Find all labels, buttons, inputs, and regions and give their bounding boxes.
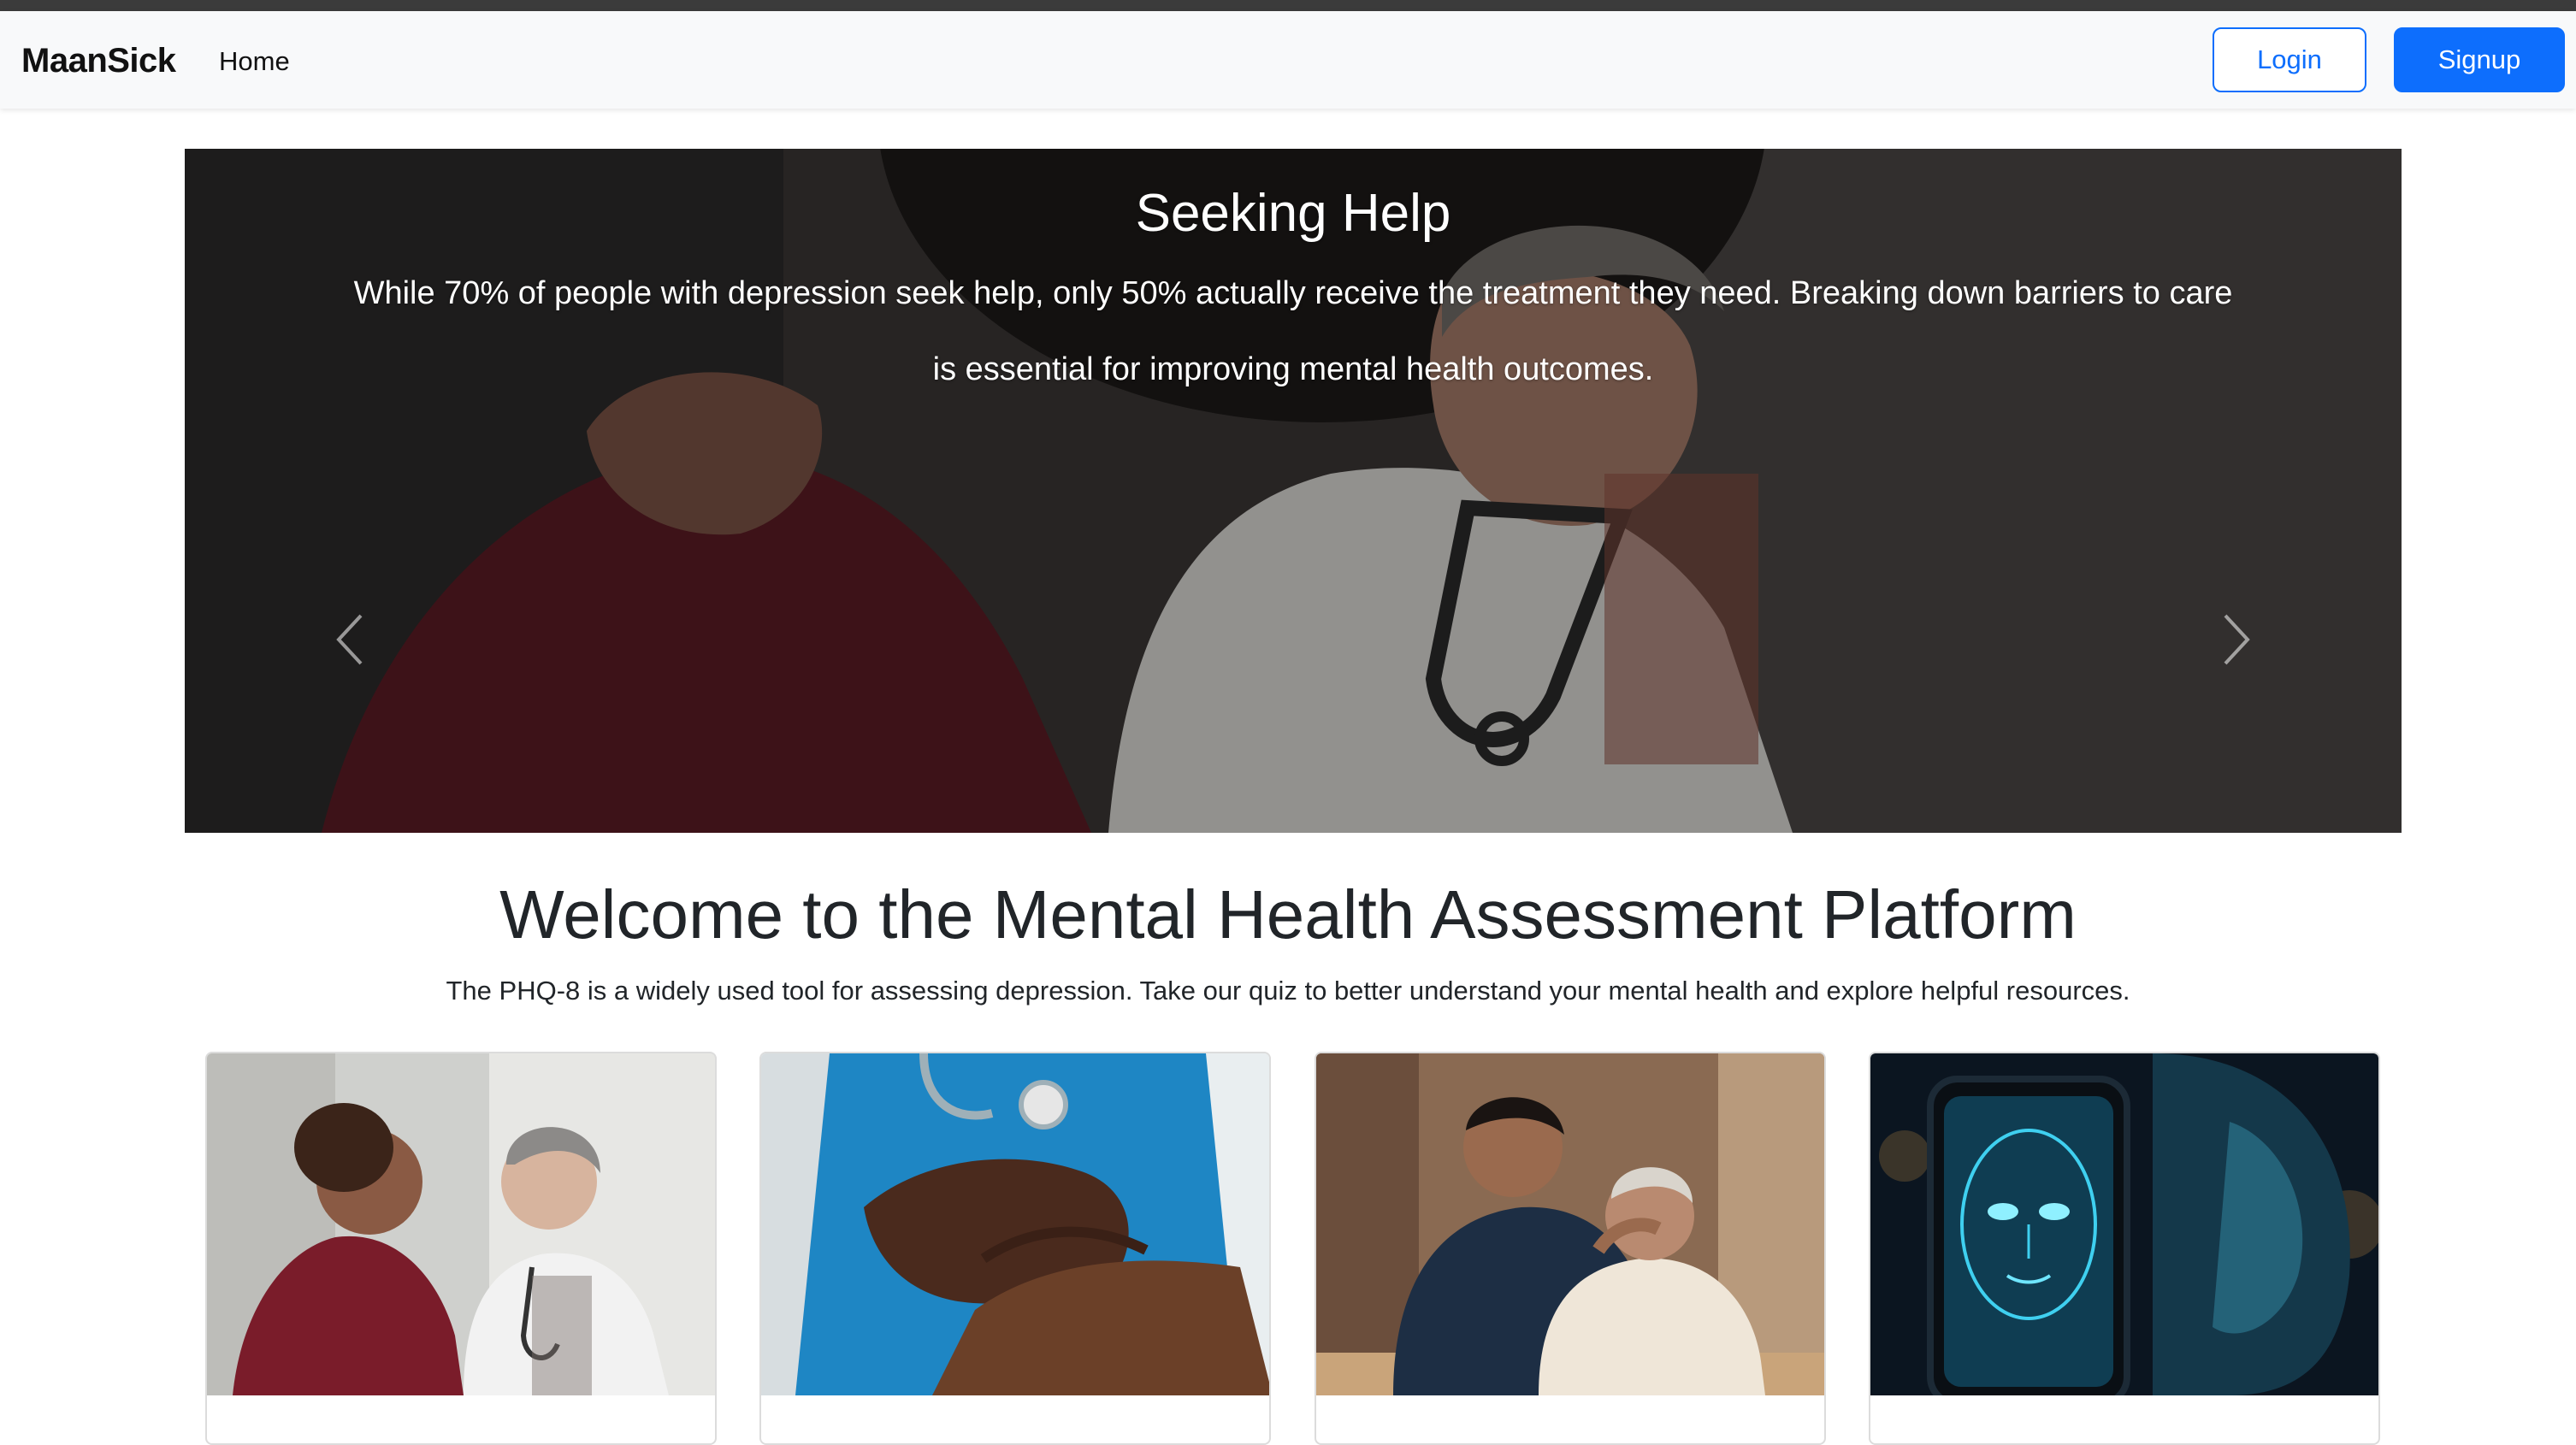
carousel-next-button[interactable] [2201, 597, 2270, 682]
info-card[interactable] [1869, 1052, 2380, 1445]
carousel-text: While 70% of people with depression seek… [353, 275, 2233, 387]
chevron-left-icon [336, 614, 363, 665]
nav-link-home[interactable]: Home [219, 43, 290, 80]
hero-carousel: Seeking Help While 70% of people with de… [185, 149, 2402, 833]
hero-overlay [185, 149, 2402, 833]
card-image-holding-hands [761, 1053, 1269, 1395]
signup-button[interactable]: Signup [2394, 27, 2565, 92]
card-image-ai-phone [1870, 1053, 2378, 1395]
chevron-right-icon [2224, 614, 2250, 665]
page-title: Welcome to the Mental Health Assessment … [499, 876, 2077, 953]
info-card[interactable] [205, 1052, 717, 1445]
info-card[interactable] [759, 1052, 1271, 1445]
login-button[interactable]: Login [2213, 27, 2366, 92]
info-card[interactable] [1315, 1052, 1826, 1445]
navbar: MaanSick Home Login Signup [0, 11, 2576, 109]
carousel-title: Seeking Help [1135, 184, 1451, 243]
window-top-strip [0, 0, 2576, 11]
card-image-doctor-consultation [207, 1053, 715, 1395]
brand-logo[interactable]: MaanSick [21, 39, 176, 82]
card-image-family-support [1316, 1053, 1824, 1395]
carousel-prev-button[interactable] [316, 597, 385, 682]
page-subtitle: The PHQ-8 is a widely used tool for asse… [446, 976, 2130, 1006]
